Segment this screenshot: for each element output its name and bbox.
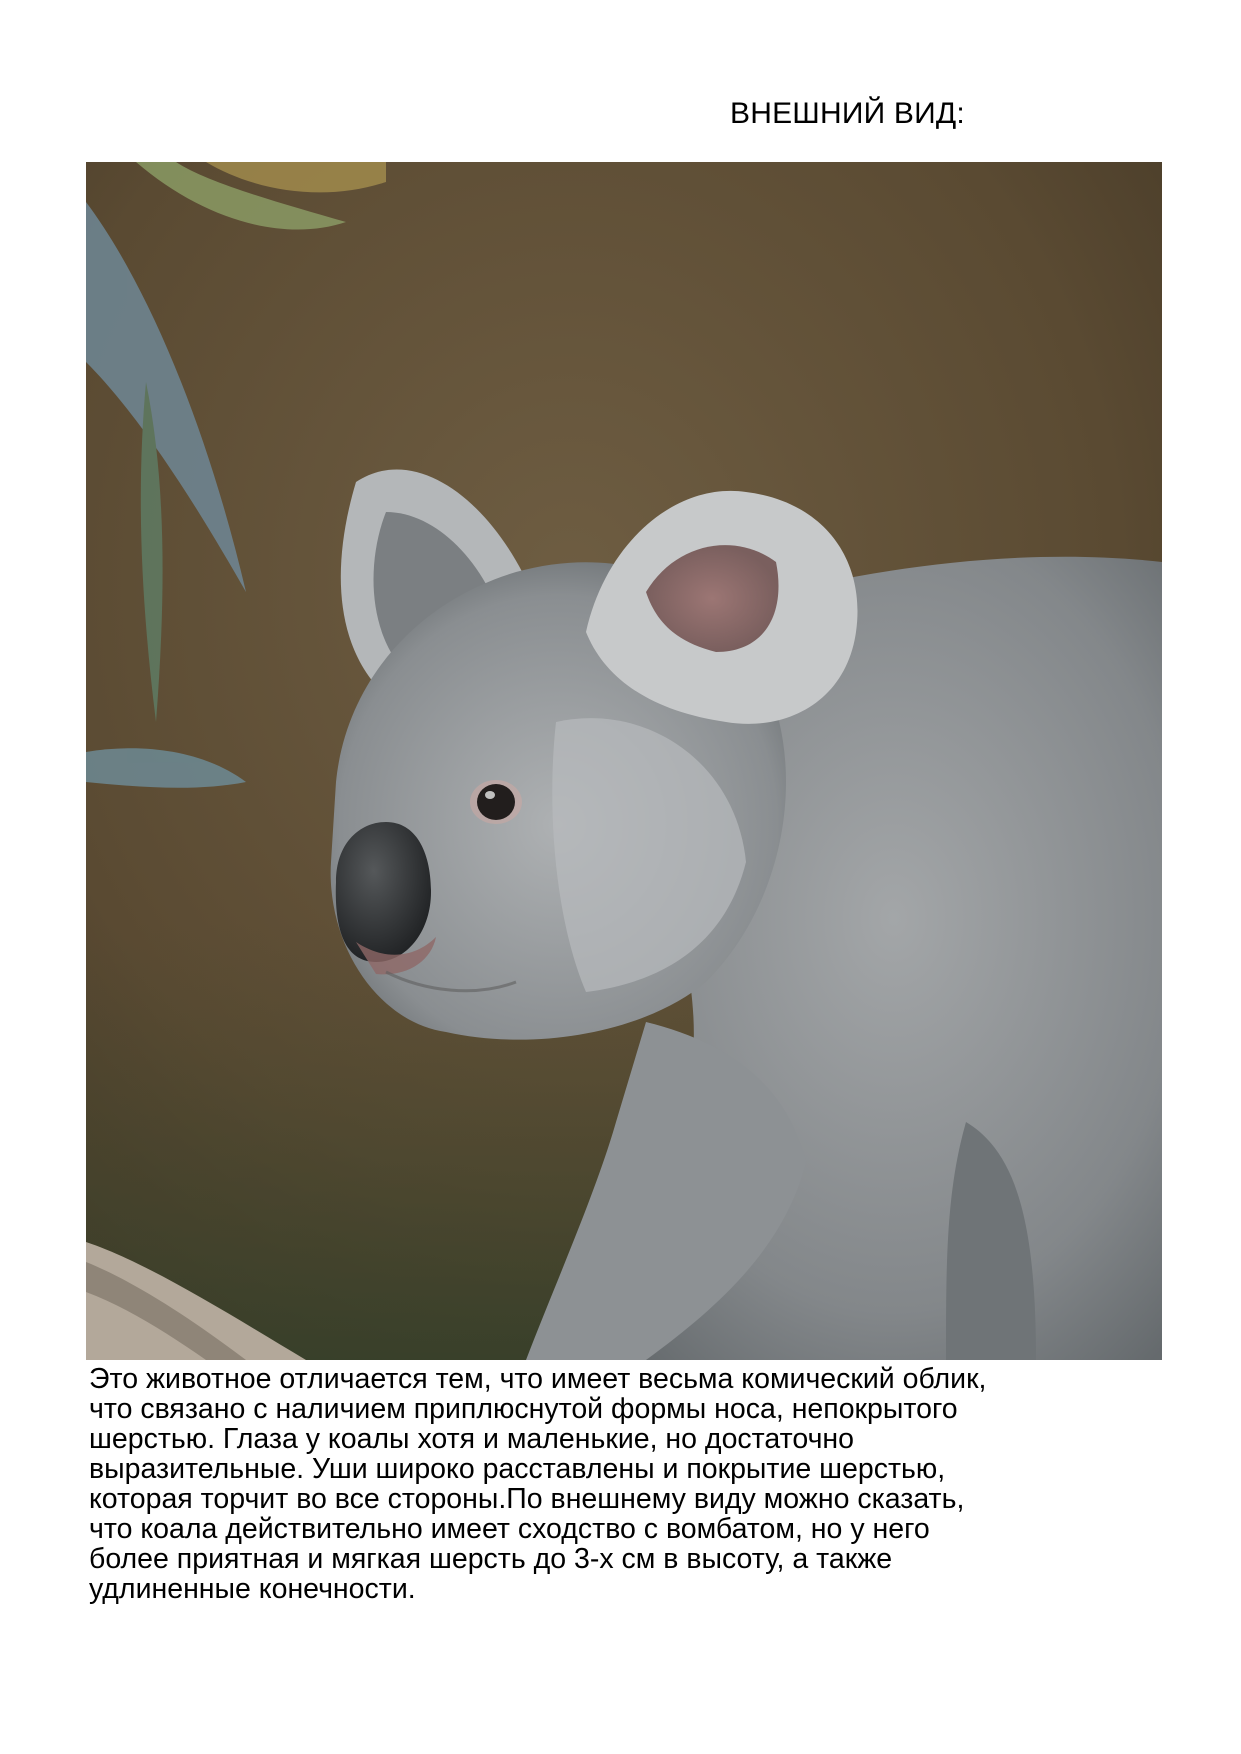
page-heading: ВНЕШНИЙ ВИД: <box>730 97 965 130</box>
koala-photo <box>86 162 1162 1360</box>
paragraph-line: шерстью. Глаза у коалы хотя и маленькие,… <box>89 1423 855 1455</box>
description-paragraph: Это животное отличается тем, что имеет в… <box>89 1364 1169 1604</box>
paragraph-line: более приятная и мягкая шерсть до 3-х см… <box>89 1543 893 1575</box>
paragraph-line: что связано с наличием приплюснутой форм… <box>89 1393 958 1425</box>
paragraph-line: удлиненные конечности. <box>89 1573 416 1605</box>
paragraph-line: Это животное отличается тем, что имеет в… <box>89 1363 987 1395</box>
paragraph-line: которая торчит во все стороны.По внешнем… <box>89 1483 965 1515</box>
paragraph-line: выразительные. Уши широко расставлены и … <box>89 1453 946 1485</box>
paragraph-line: что коала действительно имеет сходство с… <box>89 1513 930 1545</box>
